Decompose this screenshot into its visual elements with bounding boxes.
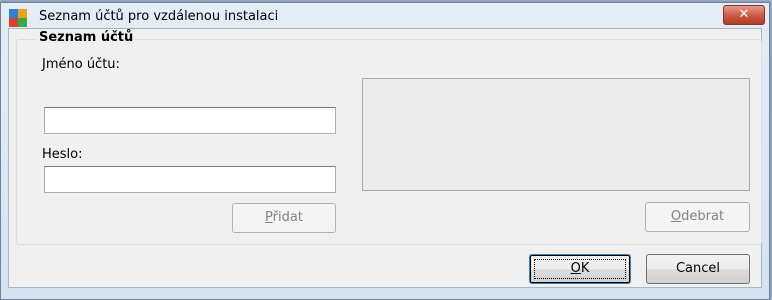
add-button-label: řidat [272, 210, 303, 225]
account-name-input[interactable] [44, 107, 336, 134]
focus-rectangle [534, 259, 626, 279]
remove-button-mnemonic: O [670, 209, 682, 224]
password-input[interactable] [44, 166, 336, 193]
remove-button-label: debrat [681, 209, 725, 224]
title-bar[interactable]: Seznam účtů pro vzdálenou instalaci ✕ [1, 3, 769, 31]
groupbox-title: Seznam účtů [37, 30, 136, 45]
account-name-label: Jméno účtu: [42, 57, 120, 72]
accounts-list[interactable] [362, 78, 750, 191]
close-icon: ✕ [738, 7, 750, 22]
add-button-mnemonic: P [265, 210, 273, 225]
password-label: Heslo: [42, 147, 83, 162]
window-title: Seznam účtů pro vzdálenou instalaci [39, 9, 279, 24]
cancel-button[interactable]: Cancel [646, 254, 750, 284]
remove-button[interactable]: Odebrat [645, 202, 750, 232]
close-button[interactable]: ✕ [723, 5, 765, 25]
avg-logo-icon [9, 9, 27, 27]
cancel-button-label: Cancel [675, 261, 721, 276]
ok-button[interactable]: OK [529, 254, 631, 284]
add-button[interactable]: Přidat [232, 203, 336, 233]
